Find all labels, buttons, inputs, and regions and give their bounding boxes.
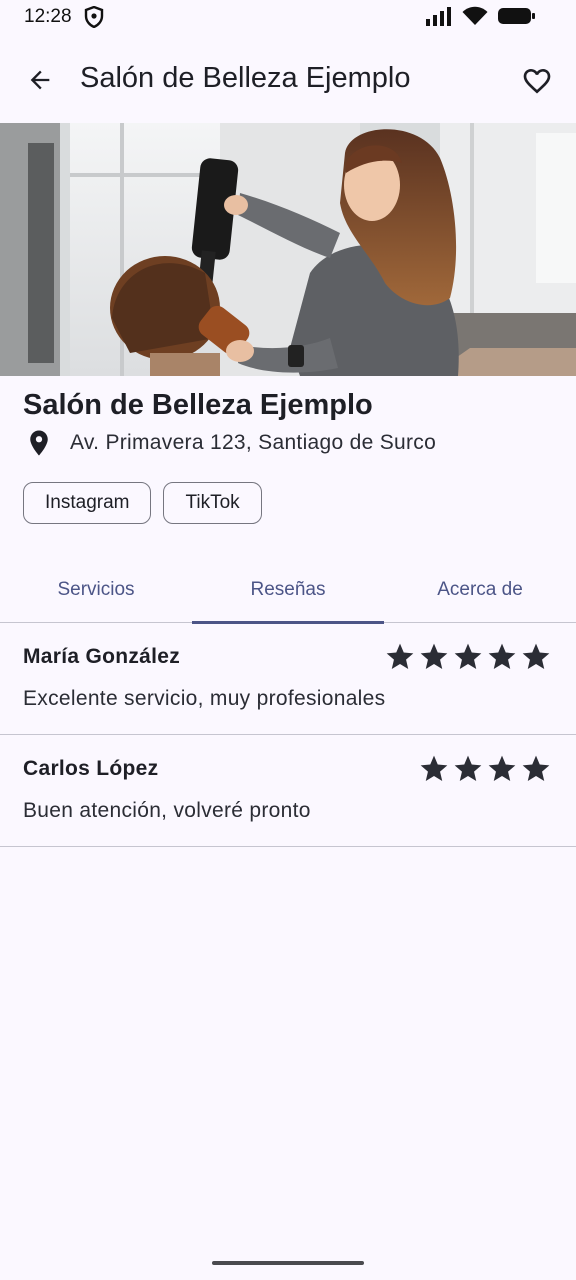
rating-stars xyxy=(418,753,552,785)
social-links: Instagram TikTok xyxy=(23,482,262,524)
salon-name: Salón de Belleza Ejemplo xyxy=(23,389,373,421)
star-icon xyxy=(522,755,550,781)
status-time: 12:28 xyxy=(24,6,72,27)
tab-servicios[interactable]: Servicios xyxy=(0,558,192,622)
arrow-back-icon xyxy=(30,70,50,90)
star-icon xyxy=(488,755,516,781)
wifi-icon xyxy=(462,6,488,31)
top-app-bar: Salón de Belleza Ejemplo xyxy=(0,40,576,120)
page-title: Salón de Belleza Ejemplo xyxy=(80,62,411,94)
tab-bar: Servicios Reseñas Acerca de xyxy=(0,558,576,624)
review-text: Buen atención, volveré pronto xyxy=(23,799,311,822)
instagram-chip[interactable]: Instagram xyxy=(23,482,152,524)
star-icon xyxy=(386,643,414,669)
review-text: Excelente servicio, muy profesionales xyxy=(23,687,386,710)
heart-outline-icon xyxy=(523,69,551,94)
address-text: Av. Primavera 123, Santiago de Surco xyxy=(70,431,437,454)
tab-acerca-de[interactable]: Acerca de xyxy=(384,558,576,622)
address-row: Av. Primavera 123, Santiago de Surco xyxy=(24,428,436,458)
star-icon xyxy=(454,643,482,669)
back-button[interactable] xyxy=(22,62,58,98)
review-author: María González xyxy=(23,645,181,668)
star-icon xyxy=(522,643,550,669)
rating-stars xyxy=(384,641,552,673)
salon-photo xyxy=(0,123,576,376)
review-item: Carlos López Buen atención, volveré pron… xyxy=(0,735,576,847)
star-icon xyxy=(420,643,448,669)
status-bar: 12:28 xyxy=(0,0,576,34)
review-item: María González Excelente servicio, muy p… xyxy=(0,623,576,735)
location-pin-icon xyxy=(30,430,48,456)
signal-icon xyxy=(426,6,452,31)
shield-icon xyxy=(84,5,104,33)
gesture-nav-handle xyxy=(212,1261,364,1265)
star-icon xyxy=(488,643,516,669)
tiktok-chip[interactable]: TikTok xyxy=(163,482,262,524)
star-icon xyxy=(454,755,482,781)
review-author: Carlos López xyxy=(23,757,159,780)
favorite-button[interactable] xyxy=(518,62,556,100)
tab-resenas[interactable]: Reseñas xyxy=(192,558,384,624)
star-icon xyxy=(420,755,448,781)
battery-icon xyxy=(498,6,536,31)
